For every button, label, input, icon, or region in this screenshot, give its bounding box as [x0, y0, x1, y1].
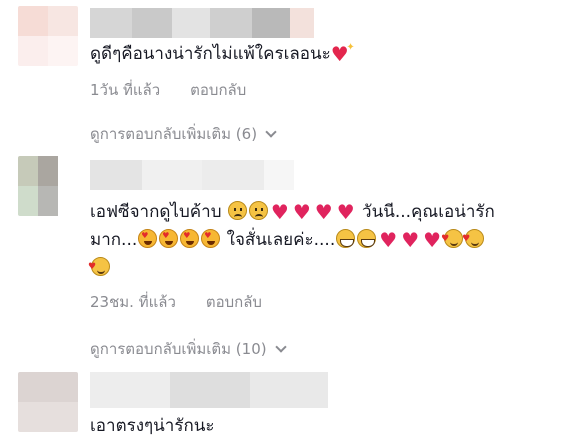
heart-icon: ♥ [379, 228, 398, 252]
view-more-replies-button[interactable]: ดูการตอบกลับเพิ่มเติม (10) [90, 337, 287, 361]
comment-text-content: เอาตรงๆน่ารักนะ [90, 416, 215, 436]
smiling-face-with-hearts-icon [88, 253, 110, 281]
reply-button[interactable]: ตอบกลับ [206, 290, 262, 314]
view-more-replies-button[interactable]: ดูการตอบกลับเพิ่มเติม (6) [90, 122, 277, 146]
heart-eyes-face-icon [159, 229, 179, 248]
sad-face-icon [248, 201, 268, 220]
sad-face-icon [227, 201, 247, 220]
comment-text: ดูดีๆคือนางน่ารักไม่แพ้ใครเลอนะ♥ [90, 34, 555, 68]
chevron-down-icon [274, 341, 287, 353]
view-more-replies-label: ดูการตอบกลับเพิ่มเติม (10) [90, 340, 267, 358]
heart-icon: ♥ [314, 200, 333, 224]
comment-timestamp: 23ชม. ที่แล้ว [90, 293, 176, 311]
reply-button[interactable]: ตอบกลับ [190, 78, 246, 102]
smiling-face-with-hearts-icon [462, 225, 485, 253]
comment-meta: 1วัน ที่แล้ว ตอบกลับ [90, 78, 246, 102]
avatar[interactable] [18, 372, 78, 432]
comment-text-part: เอฟซีจากดูไบค้าบ [90, 202, 222, 222]
heart-icon: ♥ [423, 228, 442, 252]
heart-icon: ♥ [292, 200, 311, 224]
comment-text: เอฟซีจากดูไบค้าบ ♥ ♥ ♥ ♥ วันนี...คุณเอน่ารั… [88, 198, 555, 282]
username-blurred[interactable] [90, 372, 328, 408]
comment-timestamp: 1วัน ที่แล้ว [90, 81, 161, 99]
comment-meta: 23ชม. ที่แล้ว ตอบกลับ [90, 290, 262, 314]
comment-text-part: มาก... [90, 230, 138, 250]
heart-icon: ♥ [270, 200, 289, 224]
avatar[interactable] [18, 6, 78, 66]
chevron-down-icon [265, 126, 277, 138]
grinning-face-icon [357, 229, 377, 248]
heart-eyes-face-icon [201, 229, 221, 248]
comment-text-part: ใจสั่นเลยค่ะ.... [226, 230, 336, 250]
view-more-replies-label: ดูการตอบกลับเพิ่มเติม (6) [90, 125, 258, 143]
heart-eyes-face-icon [138, 229, 158, 248]
smiling-face-with-hearts-icon [441, 225, 464, 253]
username-blurred[interactable] [90, 160, 294, 190]
grinning-face-icon [336, 229, 356, 248]
comment-text-part: วันนี...คุณเอน่ารัก [362, 202, 495, 222]
username-blurred[interactable] [90, 8, 314, 38]
heart-eyes-face-icon [180, 229, 200, 248]
comment-text: เอาตรงๆน่ารักนะ [90, 412, 555, 440]
heart-icon: ♥ [401, 228, 420, 252]
avatar[interactable] [18, 156, 78, 216]
heart-icon: ♥ [336, 200, 355, 224]
sparkling-heart-icon: ♥ [331, 34, 355, 68]
comment-text-content: ดูดีๆคือนางน่ารักไม่แพ้ใครเลอนะ [90, 44, 331, 64]
